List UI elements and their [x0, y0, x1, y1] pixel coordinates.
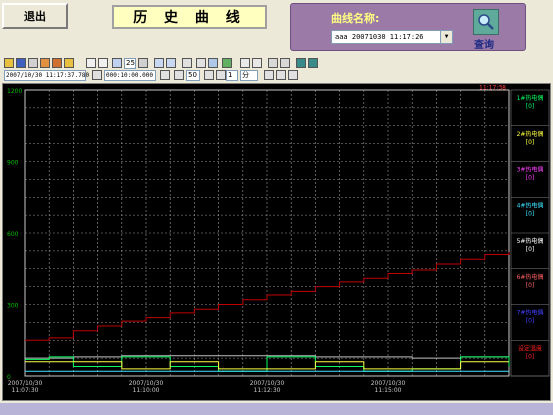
- zoom-reset-icon[interactable]: [138, 58, 148, 68]
- toolbar-time: 2007/10/30 11:17:37.780 000:10:00.000 50…: [4, 70, 304, 82]
- y-tick-label: 300: [7, 303, 19, 310]
- chart-canvas[interactable]: 120090060030002007/10/3011:07:302007/10/…: [3, 84, 550, 400]
- help-icon[interactable]: [216, 70, 226, 80]
- bar-chart-icon[interactable]: [280, 58, 290, 68]
- chevron-down-icon[interactable]: ▼: [440, 31, 452, 43]
- curve-name-label: 曲线名称:: [331, 12, 380, 25]
- x-tick-date: 2007/10/30: [129, 380, 164, 387]
- span-spin-icon[interactable]: [160, 70, 170, 80]
- pause-icon[interactable]: [196, 58, 206, 68]
- save-icon[interactable]: [16, 58, 26, 68]
- legend-value: [0]: [526, 175, 535, 182]
- step-field[interactable]: 1: [226, 70, 238, 81]
- x-tick-date: 2007/10/30: [250, 380, 285, 387]
- zoom-value-field[interactable]: 25: [124, 58, 136, 69]
- percent-field[interactable]: 50: [186, 70, 200, 81]
- open-folder-icon[interactable]: [4, 58, 14, 68]
- percent-icon[interactable]: [174, 70, 184, 80]
- curve-select-value: aaa 20071030 11:17:26: [335, 33, 424, 41]
- legend-name: 5#热电偶: [517, 237, 544, 245]
- time-span-field[interactable]: 000:10:00.000: [104, 70, 156, 81]
- legend-value: [0]: [526, 139, 535, 146]
- cursor-time-label: 11:17:38: [479, 85, 506, 92]
- x-tick-date: 2007/10/30: [371, 380, 406, 387]
- legend-name: 2#热电偶: [517, 130, 544, 138]
- step-forward-icon[interactable]: [276, 70, 286, 80]
- legend-name: 6#热电偶: [517, 273, 544, 281]
- legend-value: [0]: [526, 210, 535, 217]
- scroll-left-icon[interactable]: [154, 58, 164, 68]
- curve-name-select[interactable]: aaa 20071030 11:17:26 ▼: [331, 30, 453, 44]
- snapshot-icon[interactable]: [208, 58, 218, 68]
- step-unit-select[interactable]: 分: [240, 70, 258, 81]
- exit-button[interactable]: 退出: [2, 3, 68, 29]
- legend-name: 1#热电偶: [517, 94, 544, 102]
- export-icon[interactable]: [40, 58, 50, 68]
- x-tick-date: 2007/10/30: [8, 380, 43, 387]
- curve-toggle-icon[interactable]: [240, 58, 250, 68]
- x-tick-time: 11:07:30: [12, 387, 39, 394]
- folder-icon[interactable]: [64, 58, 74, 68]
- status-bar: [0, 403, 553, 415]
- page-title: 历 史 曲 线: [112, 5, 267, 29]
- settings-icon[interactable]: [296, 58, 306, 68]
- legend-value: [0]: [526, 318, 535, 325]
- time-spin-icon[interactable]: [92, 70, 102, 80]
- legend-value: [0]: [526, 246, 535, 253]
- header-bar: 退出 历 史 曲 线 曲线名称: aaa 20071030 11:17:26 ▼…: [0, 0, 553, 56]
- import-icon[interactable]: [52, 58, 62, 68]
- legend-name: 3#热电偶: [517, 166, 544, 174]
- legend-name: 设定温度: [518, 344, 542, 352]
- step-back-icon[interactable]: [264, 70, 274, 80]
- toolbar-main: 25: [4, 58, 318, 70]
- legend-name: 4#热电偶: [517, 201, 544, 209]
- cursor-icon[interactable]: [252, 58, 262, 68]
- monitor-icon[interactable]: [308, 58, 318, 68]
- y-tick-label: 900: [7, 160, 19, 167]
- legend-name: 7#热电偶: [517, 309, 544, 317]
- print-icon[interactable]: [28, 58, 38, 68]
- table-icon[interactable]: [86, 58, 96, 68]
- history-chart[interactable]: 1200 900 600 300 0 2007/10/30 11:07:30 2007/10/…: [2, 83, 551, 401]
- search-icon[interactable]: [473, 9, 499, 35]
- start-time-field[interactable]: 2007/10/30 11:17:37.780: [4, 70, 89, 81]
- legend-value: [0]: [526, 353, 535, 360]
- refresh-icon[interactable]: [222, 58, 232, 68]
- x-tick-time: 11:10:00: [133, 387, 160, 394]
- flag-icon[interactable]: [268, 58, 278, 68]
- y-tick-label: 1200: [7, 88, 22, 95]
- move-icon[interactable]: [204, 70, 214, 80]
- stop-icon[interactable]: [288, 70, 298, 80]
- zoom-icon[interactable]: [112, 58, 122, 68]
- grid-icon[interactable]: [98, 58, 108, 68]
- query-panel: 曲线名称: aaa 20071030 11:17:26 ▼ 查询: [290, 3, 526, 51]
- query-button[interactable]: 查询: [474, 36, 494, 51]
- x-tick-time: 11:12:30: [254, 387, 281, 394]
- scroll-right-icon[interactable]: [166, 58, 176, 68]
- x-tick-time: 11:15:00: [375, 387, 402, 394]
- legend-value: [0]: [526, 103, 535, 110]
- go-end-icon[interactable]: [182, 58, 192, 68]
- legend-value: [0]: [526, 282, 535, 289]
- y-tick-label: 600: [7, 231, 19, 238]
